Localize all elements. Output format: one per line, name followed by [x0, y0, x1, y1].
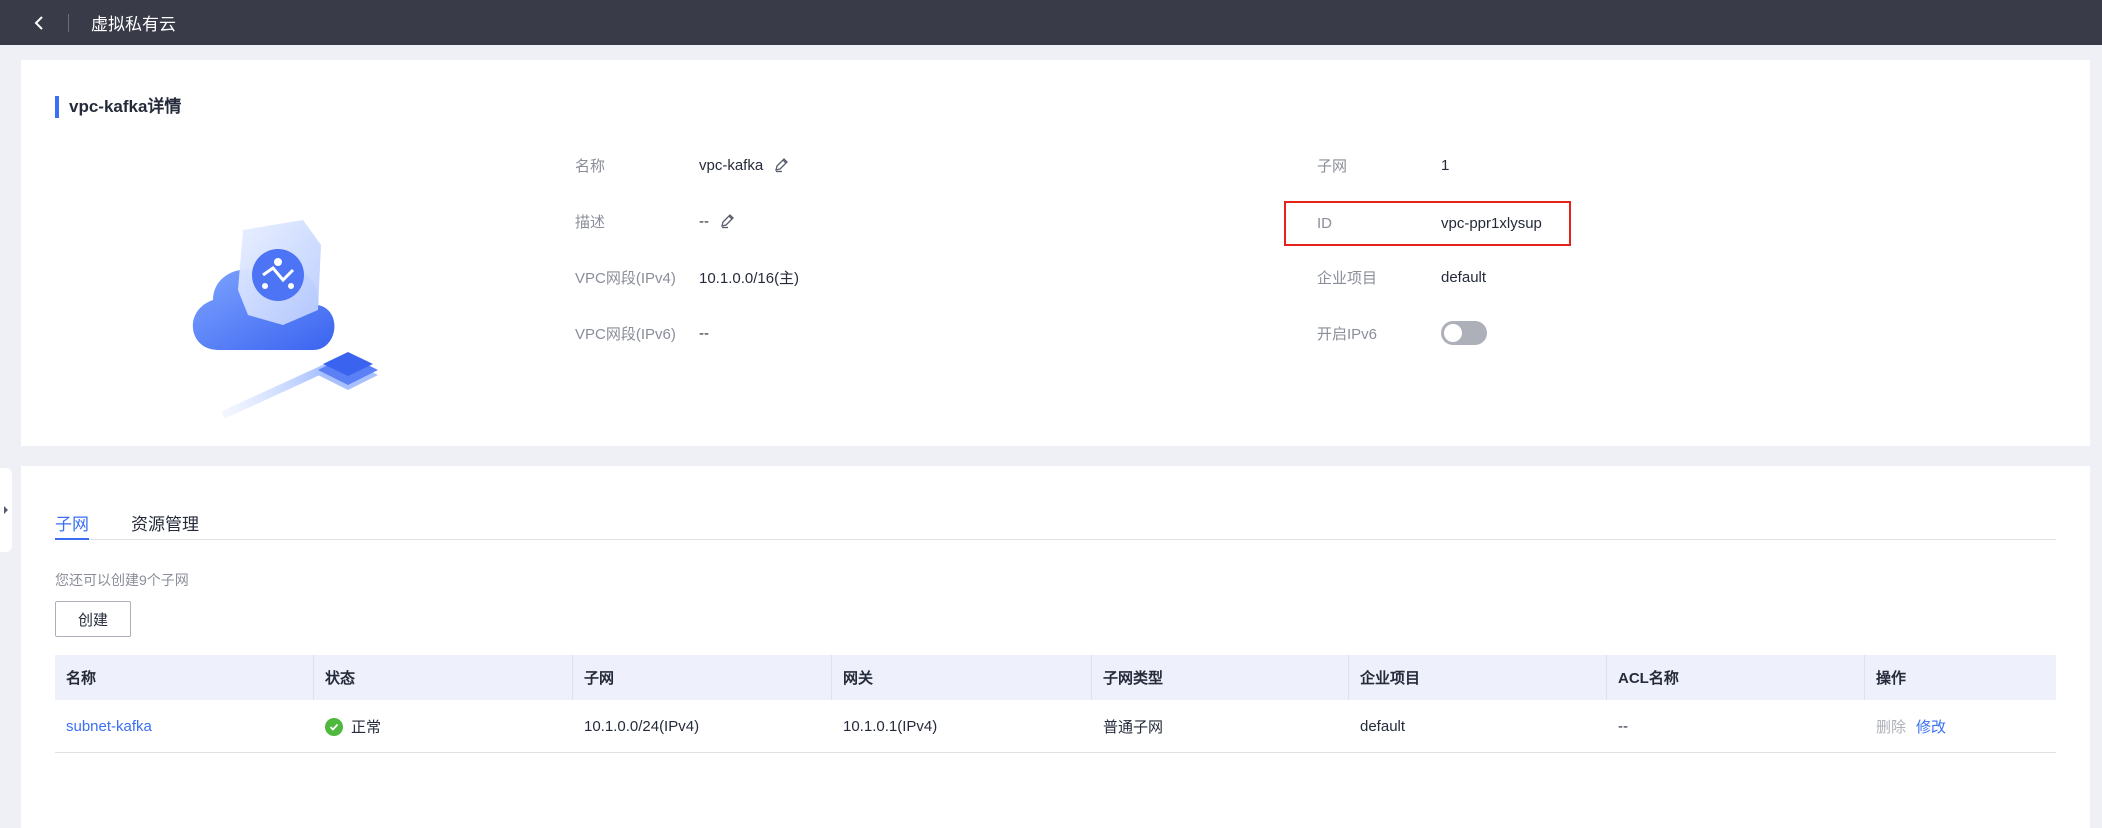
- table-cell: 删除 修改: [1865, 700, 2056, 753]
- field-value: vpc-kafka: [699, 157, 789, 174]
- column-header: 名称: [55, 655, 314, 700]
- field-label: 子网: [1317, 157, 1348, 175]
- tab-resource-management[interactable]: 资源管理: [131, 510, 199, 540]
- top-bar: 虚拟私有云: [0, 0, 2102, 45]
- tab-bar: 子网 资源管理: [55, 510, 2056, 540]
- subnet-card: 子网 资源管理 您还可以创建9个子网 创建 名称 状态 子网 网关 子网类型 企…: [21, 466, 2090, 828]
- field-label: 名称: [575, 157, 606, 175]
- detail-title: vpc-kafka详情: [55, 96, 181, 118]
- vpc-name-value: vpc-kafka: [699, 156, 764, 174]
- subnet-name-link[interactable]: subnet-kafka: [66, 718, 152, 735]
- field-value: [1441, 321, 1487, 345]
- table-cell: --: [1618, 718, 1628, 735]
- field-subnet-count: 子网 1: [1317, 153, 1449, 177]
- edit-description-button[interactable]: [719, 213, 735, 229]
- column-header: 子网: [573, 655, 832, 700]
- field-value: --: [699, 213, 735, 230]
- column-header: ACL名称: [1607, 655, 1865, 700]
- vpc-cloud-illustration: [192, 220, 378, 419]
- check-circle-icon: [325, 717, 343, 736]
- description-value: --: [699, 212, 709, 230]
- field-enable-ipv6: 开启IPv6: [1317, 321, 1487, 345]
- column-header: 网关: [832, 655, 1092, 700]
- field-label: VPC网段(IPv6): [575, 325, 676, 343]
- pencil-icon: [775, 158, 789, 173]
- field-label: 企业项目: [1317, 269, 1378, 287]
- vpc-id-value: vpc-ppr1xlysup: [1441, 214, 1542, 232]
- column-header: 状态: [314, 655, 573, 700]
- field-label: 描述: [575, 213, 606, 231]
- ipv6-cidr-value: --: [699, 324, 709, 342]
- table-header: 名称 状态 子网 网关 子网类型 企业项目 ACL名称 操作: [55, 655, 2056, 700]
- field-ipv4-cidr: VPC网段(IPv4) 10.1.0.0/16(主): [575, 265, 799, 289]
- toggle-knob: [1444, 324, 1462, 342]
- sidebar-expand-handle[interactable]: [0, 468, 12, 552]
- page-title: 虚拟私有云: [91, 15, 176, 34]
- field-label: ID: [1317, 214, 1332, 232]
- column-header: 操作: [1876, 670, 1907, 687]
- topbar-divider: [68, 13, 69, 32]
- back-button[interactable]: [24, 8, 54, 38]
- subnet-table: 名称 状态 子网 网关 子网类型 企业项目 ACL名称 操作 subnet-ka…: [55, 655, 2056, 753]
- ipv6-toggle[interactable]: [1441, 321, 1487, 345]
- status-text: 正常: [351, 719, 382, 736]
- field-id: ID vpc-ppr1xlysup: [1317, 211, 1542, 235]
- vpc-detail-card: vpc-kafka详情 名称 vpc-kafka 描述 -- VPC网段(IPv…: [21, 60, 2090, 446]
- table-cell: subnet-kafka: [55, 700, 314, 753]
- modify-button[interactable]: 修改: [1916, 716, 1946, 737]
- table-cell: 10.1.0.0/24(IPv4): [584, 718, 700, 735]
- field-ipv6-cidr: VPC网段(IPv6) --: [575, 321, 709, 345]
- table-cell: 正常: [314, 700, 573, 753]
- tab-subnet[interactable]: 子网: [55, 510, 89, 540]
- column-header: 子网类型: [1092, 655, 1349, 700]
- create-subnet-button[interactable]: 创建: [55, 601, 131, 637]
- field-enterprise-project: 企业项目 default: [1317, 265, 1486, 289]
- table-cell: 10.1.0.1(IPv4): [843, 718, 938, 735]
- table-cell: default: [1360, 718, 1406, 735]
- enterprise-project-value: default: [1441, 268, 1487, 286]
- field-label: VPC网段(IPv4): [575, 269, 676, 287]
- field-description: 描述 --: [575, 209, 735, 233]
- subnet-count-value: 1: [1441, 156, 1450, 174]
- caret-right-icon: [4, 506, 8, 514]
- field-name: 名称 vpc-kafka: [575, 153, 789, 177]
- ipv4-cidr-value: 10.1.0.0/16(主): [699, 269, 800, 287]
- delete-button[interactable]: 删除: [1876, 716, 1906, 737]
- table-row: subnet-kafka 正常 10.1.0.0/24(IPv4) 10.1.0…: [55, 700, 2056, 753]
- pencil-icon: [721, 214, 734, 229]
- table-cell: 普通子网: [1103, 719, 1164, 736]
- chevron-left-icon: [34, 15, 43, 30]
- subnet-quota-hint: 您还可以创建9个子网: [55, 572, 189, 588]
- column-header: 企业项目: [1349, 655, 1607, 700]
- field-label: 开启IPv6: [1317, 325, 1378, 343]
- edit-name-button[interactable]: [773, 157, 789, 173]
